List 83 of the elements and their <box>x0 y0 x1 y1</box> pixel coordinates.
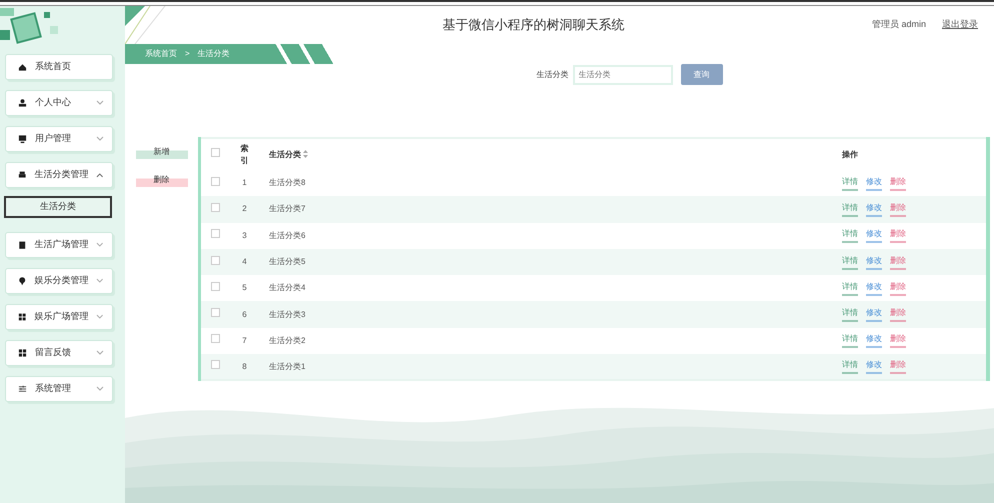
monitor-icon <box>18 134 27 144</box>
search-field[interactable]: 生活分类 <box>572 64 672 84</box>
detail-link[interactable]: 详情 <box>842 280 858 296</box>
sidebar-item[interactable]: 系统管理 <box>5 376 113 402</box>
delete-link[interactable]: 删除 <box>890 280 906 296</box>
sliders-icon <box>18 384 27 394</box>
edit-link[interactable]: 修改 <box>866 333 882 348</box>
checkbox[interactable] <box>211 334 220 344</box>
checkbox[interactable] <box>211 176 220 186</box>
breadcrumb-item[interactable]: 系统首页 <box>145 48 177 60</box>
clipboard-icon <box>18 240 26 250</box>
detail-link[interactable]: 详情 <box>842 359 858 374</box>
breadcrumb-separator: > <box>185 48 190 60</box>
table-cell: 6 <box>242 310 247 319</box>
home-icon <box>18 62 27 72</box>
sidebar-item[interactable]: 生活分类管理 <box>5 162 113 188</box>
checkbox[interactable] <box>211 282 220 291</box>
checkbox[interactable] <box>211 360 220 370</box>
breadcrumb-item[interactable]: 生活分类 <box>198 48 230 60</box>
edit-link[interactable]: 修改 <box>866 359 882 374</box>
edit-link[interactable]: 修改 <box>866 307 882 322</box>
sidebar-item[interactable]: 娱乐广场管理 <box>5 304 113 330</box>
search-label: 生活分类 <box>536 68 568 80</box>
detail-link[interactable]: 详情 <box>842 333 858 348</box>
user-label: 管理员 admin <box>872 18 926 32</box>
column-header: 索引 <box>240 142 249 166</box>
table-cell: 4 <box>242 257 247 266</box>
table-cell: 生活分类8 <box>269 178 306 188</box>
delete-link[interactable]: 删除 <box>890 254 906 270</box>
sidebar-item[interactable]: 留言反馈 <box>5 340 113 366</box>
edit-link[interactable]: 修改 <box>866 176 882 191</box>
delete-link[interactable]: 删除 <box>890 202 906 217</box>
sidebar-item[interactable]: 个人中心 <box>5 90 113 116</box>
table-cell: 5 <box>242 283 247 292</box>
delete-link[interactable]: 删除 <box>890 333 906 348</box>
sidebar-item[interactable]: 系统首页 <box>5 54 113 80</box>
sidebar-item[interactable]: 用户管理 <box>5 126 113 152</box>
edit-link[interactable]: 修改 <box>866 228 882 244</box>
table-cell: 生活分类5 <box>269 257 306 266</box>
checkbox[interactable] <box>211 256 220 265</box>
table-cell: 3 <box>242 230 247 240</box>
add-button[interactable]: 新增 <box>136 145 188 159</box>
edit-link[interactable]: 修改 <box>866 280 882 296</box>
submenu-item[interactable]: 生活分类 <box>4 196 112 218</box>
sidebar-item[interactable]: 娱乐分类管理 <box>5 268 113 294</box>
person-icon <box>18 98 27 108</box>
detail-link[interactable]: 详情 <box>842 176 858 191</box>
detail-link[interactable]: 详情 <box>842 202 858 217</box>
checkbox[interactable] <box>211 148 220 157</box>
column-header: 操作 <box>842 150 858 158</box>
table-cell: 生活分类3 <box>269 310 306 319</box>
grid-icon <box>18 312 26 322</box>
table-cell: 生活分类7 <box>269 204 306 214</box>
table-cell: 生活分类2 <box>269 336 306 345</box>
edit-link[interactable]: 修改 <box>866 202 882 217</box>
table-cell: 生活分类6 <box>269 230 306 240</box>
logout-link[interactable]: 退出登录 <box>942 18 978 32</box>
sidebar-item[interactable]: 生活广场管理 <box>5 232 113 258</box>
table-cell: 2 <box>242 204 247 214</box>
checkbox[interactable] <box>211 308 220 318</box>
search-button[interactable]: 查询 <box>680 64 722 85</box>
table-cell: 生活分类1 <box>269 362 306 371</box>
printer-icon <box>18 170 26 180</box>
sort-icon[interactable] <box>303 150 308 158</box>
page-title: 基于微信小程序的树洞聊天系统 <box>441 16 626 34</box>
delete-link[interactable]: 删除 <box>890 228 906 244</box>
detail-link[interactable]: 详情 <box>842 307 858 322</box>
checkbox[interactable] <box>211 202 220 212</box>
grid-icon <box>18 348 27 358</box>
pin-icon <box>18 276 26 286</box>
edit-link[interactable]: 修改 <box>866 254 882 270</box>
delete-button[interactable]: 删除 <box>136 173 188 187</box>
column-header: 生活分类 <box>269 150 301 158</box>
table-cell: 生活分类4 <box>269 283 306 292</box>
delete-link[interactable]: 删除 <box>890 176 906 191</box>
table-cell: 8 <box>242 362 247 371</box>
detail-link[interactable]: 详情 <box>842 228 858 244</box>
delete-link[interactable]: 删除 <box>890 307 906 322</box>
table-cell: 1 <box>242 178 247 188</box>
checkbox[interactable] <box>211 229 220 238</box>
table-cell: 7 <box>242 336 247 345</box>
delete-link[interactable]: 删除 <box>890 359 906 374</box>
detail-link[interactable]: 详情 <box>842 254 858 270</box>
